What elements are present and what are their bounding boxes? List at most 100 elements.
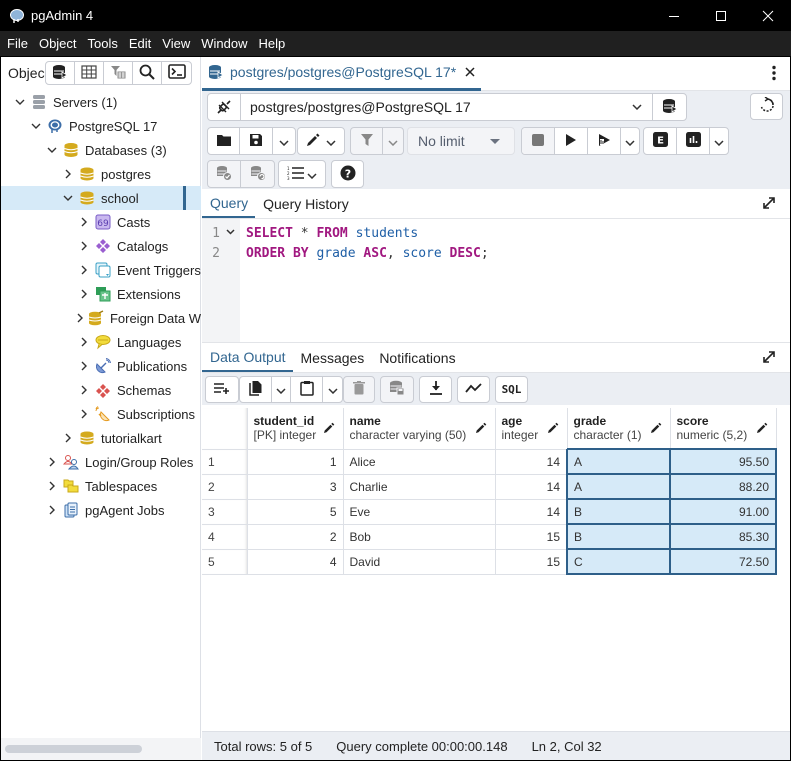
- menu-file[interactable]: File: [2, 36, 33, 51]
- tab-query[interactable]: Query: [202, 195, 256, 218]
- query-tool-button[interactable]: [46, 62, 75, 84]
- table-cell-age[interactable]: 14: [495, 449, 568, 475]
- commit-button[interactable]: [208, 161, 241, 187]
- tab-query-history[interactable]: Query History: [255, 196, 356, 218]
- row-limit-select[interactable]: No limit: [407, 127, 515, 155]
- table-cell-grade[interactable]: A: [566, 473, 671, 500]
- chevron-right-icon[interactable]: [45, 455, 59, 469]
- download-csv-button[interactable]: [420, 377, 451, 402]
- menu-window[interactable]: Window: [196, 36, 252, 51]
- chevron-right-icon[interactable]: [77, 263, 91, 277]
- row-number-header[interactable]: [202, 408, 248, 450]
- delete-row-button[interactable]: [344, 377, 374, 402]
- chevron-right-icon[interactable]: [77, 311, 84, 325]
- menu-edit[interactable]: Edit: [124, 36, 156, 51]
- close-tab-icon[interactable]: [465, 64, 475, 80]
- table-cell-grade[interactable]: C: [566, 548, 671, 575]
- help-button[interactable]: ?: [332, 161, 363, 187]
- table-cell-age[interactable]: 14: [495, 474, 568, 500]
- tree-node-databases-3[interactable]: Databases (3): [1, 138, 201, 162]
- horizontal-scrollbar-thumb[interactable]: [5, 745, 142, 753]
- object-explorer-title[interactable]: Objec: [8, 65, 45, 81]
- chevron-right-icon[interactable]: [77, 407, 91, 421]
- search-objects-button[interactable]: [133, 62, 162, 84]
- expand-output-icon[interactable]: [762, 350, 776, 367]
- column-header-grade[interactable]: grade character (1): [567, 408, 671, 450]
- stop-query-button[interactable]: [522, 128, 555, 154]
- copy-button[interactable]: [240, 377, 272, 402]
- chevron-right-icon[interactable]: [61, 431, 75, 445]
- tree-node-pgagent-jobs[interactable]: pgAgent Jobs: [1, 498, 201, 522]
- chevron-right-icon[interactable]: [45, 503, 59, 517]
- tree-node-postgresql-17[interactable]: PostgreSQL 17: [1, 114, 201, 138]
- query-tool-tab[interactable]: postgres/postgres@PostgreSQL 17*: [202, 57, 482, 91]
- edit-menu-button[interactable]: [298, 128, 344, 154]
- view-data-button[interactable]: [75, 62, 104, 84]
- table-cell-grade[interactable]: B: [566, 523, 671, 550]
- tab-notifications[interactable]: Notifications: [371, 350, 462, 372]
- menu-view[interactable]: View: [157, 36, 195, 51]
- menu-help[interactable]: Help: [254, 36, 291, 51]
- code-line[interactable]: 1 SELECT * FROM students: [202, 223, 418, 243]
- copy-options-dropdown[interactable]: [272, 377, 291, 402]
- maximize-button[interactable]: [697, 0, 744, 31]
- table-cell-grade[interactable]: B: [566, 498, 671, 525]
- filter-button[interactable]: [351, 128, 383, 154]
- table-cell-name[interactable]: Alice: [343, 449, 496, 475]
- minimize-button[interactable]: [650, 0, 697, 31]
- tree-node-tablespaces[interactable]: Tablespaces: [1, 474, 201, 498]
- chevron-down-icon[interactable]: [45, 143, 59, 157]
- tree-node-extensions[interactable]: Extensions: [1, 282, 201, 306]
- tree-node-event-triggers[interactable]: Event Triggers: [1, 258, 201, 282]
- table-row[interactable]: 5 4 David 15 C 72.50: [202, 548, 777, 575]
- tree-node-languages[interactable]: Languages: [1, 330, 201, 354]
- column-header-score[interactable]: score numeric (5,2): [670, 408, 777, 450]
- table-cell-score[interactable]: 95.50: [669, 448, 777, 475]
- chevron-down-icon[interactable]: [13, 95, 27, 109]
- table-cell-age[interactable]: 15: [495, 524, 568, 550]
- table-cell-name[interactable]: Bob: [343, 524, 496, 550]
- more-options-icon[interactable]: [772, 65, 776, 81]
- explain-options-dropdown[interactable]: [710, 128, 728, 154]
- table-cell-name[interactable]: Eve: [343, 499, 496, 525]
- open-file-button[interactable]: [208, 128, 240, 154]
- table-cell-grade[interactable]: A: [566, 448, 671, 475]
- column-header-age[interactable]: age integer: [495, 408, 568, 450]
- table-cell-student-id[interactable]: 2: [247, 524, 344, 550]
- chevron-down-icon[interactable]: [61, 191, 75, 205]
- tree-node-school[interactable]: school: [1, 186, 201, 210]
- filtered-rows-button[interactable]: [104, 62, 133, 84]
- table-row[interactable]: 3 5 Eve 14 B 91.00: [202, 498, 777, 525]
- tree-node-tutorialkart[interactable]: tutorialkart: [1, 426, 201, 450]
- tree-node-catalogs[interactable]: Catalogs: [1, 234, 201, 258]
- chevron-right-icon[interactable]: [77, 215, 91, 229]
- explain-analyze-button[interactable]: [677, 128, 710, 154]
- row-number-cell[interactable]: 5: [202, 549, 248, 575]
- edit-column-pencil-icon[interactable]: [323, 422, 335, 437]
- table-cell-student-id[interactable]: 3: [247, 474, 344, 500]
- table-cell-student-id[interactable]: 4: [247, 549, 344, 575]
- tab-data-output[interactable]: Data Output: [202, 349, 293, 372]
- save-file-button[interactable]: [240, 128, 273, 154]
- rollback-button[interactable]: [241, 161, 274, 187]
- menu-object[interactable]: Object: [34, 36, 82, 51]
- table-cell-student-id[interactable]: 5: [247, 499, 344, 525]
- save-data-button[interactable]: [381, 377, 413, 402]
- column-header-name[interactable]: name character varying (50): [343, 408, 496, 450]
- add-row-button[interactable]: [206, 377, 238, 402]
- table-row[interactable]: 4 2 Bob 15 B 85.30: [202, 523, 777, 550]
- edit-column-pencil-icon[interactable]: [650, 422, 662, 437]
- tree-node-schemas[interactable]: Schemas: [1, 378, 201, 402]
- table-cell-score[interactable]: 72.50: [669, 548, 777, 575]
- chevron-right-icon[interactable]: [77, 287, 91, 301]
- reset-layout-button[interactable]: [750, 93, 783, 120]
- explain-button[interactable]: E: [644, 128, 677, 154]
- tree-node-foreign-data-w[interactable]: Foreign Data W: [1, 306, 201, 330]
- chevron-right-icon[interactable]: [61, 167, 75, 181]
- execute-query-button[interactable]: [555, 128, 588, 154]
- paste-button[interactable]: [291, 377, 323, 402]
- tree-node-publications[interactable]: Publications: [1, 354, 201, 378]
- table-cell-name[interactable]: David: [343, 549, 496, 575]
- tree-node-casts[interactable]: 69 Casts: [1, 210, 201, 234]
- table-cell-score[interactable]: 91.00: [669, 498, 777, 525]
